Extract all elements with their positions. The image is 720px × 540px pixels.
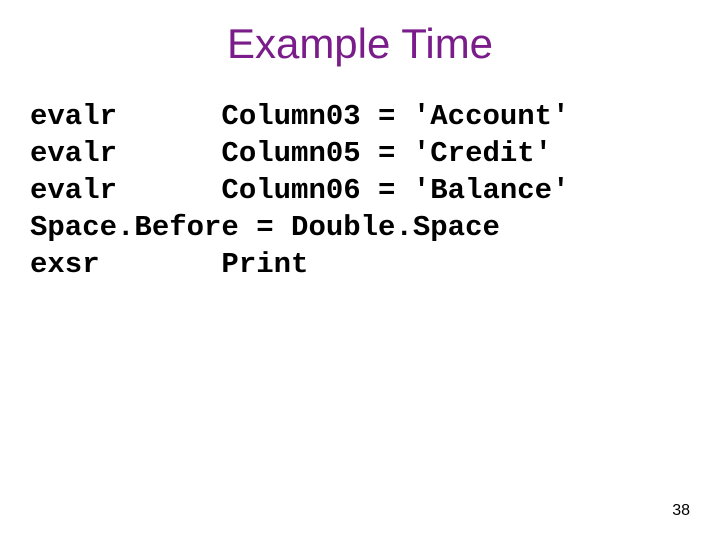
slide-title: Example Time	[0, 0, 720, 98]
code-line-4: Space.Before = Double.Space	[30, 211, 500, 244]
code-line-3: evalr Column06 = 'Balance'	[30, 174, 570, 207]
code-line-5: exsr Print	[30, 248, 308, 281]
code-line-2: evalr Column05 = 'Credit'	[30, 137, 552, 170]
page-number: 38	[672, 502, 690, 520]
code-block: evalr Column03 = 'Account' evalr Column0…	[0, 98, 720, 284]
code-line-1: evalr Column03 = 'Account'	[30, 100, 570, 133]
